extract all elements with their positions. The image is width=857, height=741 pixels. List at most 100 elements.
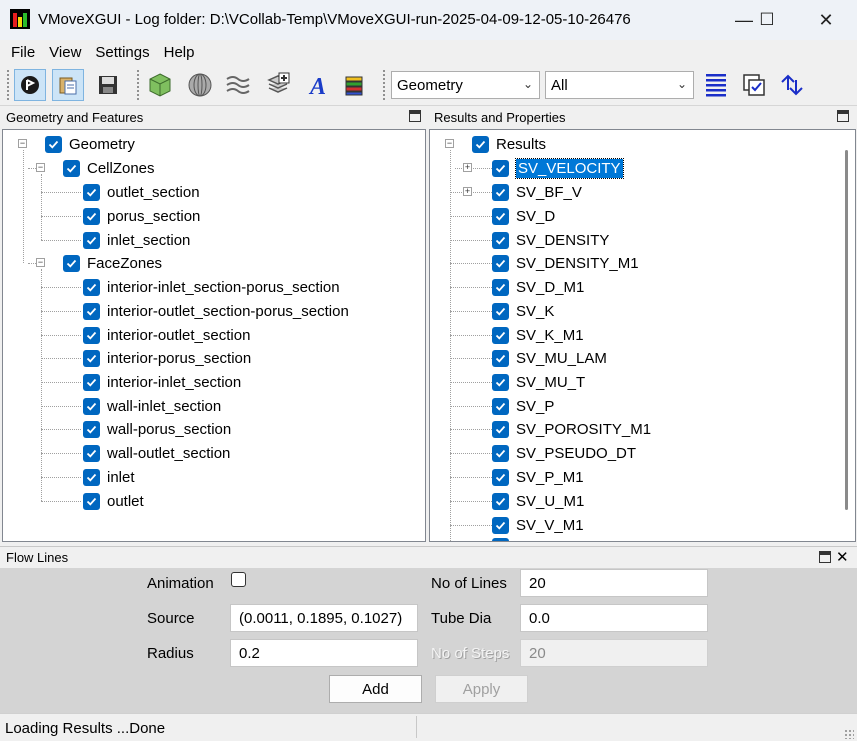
tree-item-sv-velocity[interactable]: SV_VELOCITY bbox=[492, 157, 624, 179]
tree-item[interactable]: SV_P bbox=[492, 395, 554, 417]
menu-file[interactable]: File bbox=[4, 44, 42, 61]
checkbox-checked-icon[interactable] bbox=[492, 373, 509, 391]
checkbox-checked-icon[interactable] bbox=[492, 278, 509, 296]
checkbox-checked-icon[interactable] bbox=[492, 159, 509, 177]
text-annotation-button[interactable]: A bbox=[302, 69, 334, 101]
collapse-icon[interactable]: − bbox=[36, 163, 45, 172]
tree-item[interactable]: outlet_section bbox=[83, 181, 200, 203]
checkbox-checked-icon[interactable] bbox=[83, 183, 100, 201]
checkbox-checked-icon[interactable] bbox=[45, 135, 62, 153]
tree-item[interactable]: wall-outlet_section bbox=[83, 442, 230, 464]
checkbox-checked-icon[interactable] bbox=[492, 231, 509, 249]
checkbox-checked-icon[interactable] bbox=[83, 302, 100, 320]
menu-help[interactable]: Help bbox=[157, 44, 202, 61]
collapse-icon[interactable]: − bbox=[36, 258, 45, 267]
checkbox-checked-icon[interactable] bbox=[83, 207, 100, 225]
close-icon[interactable]: ✕ bbox=[836, 548, 849, 566]
lines-input[interactable]: 20 bbox=[520, 569, 708, 597]
animation-checkbox[interactable] bbox=[231, 572, 246, 587]
copy-button[interactable] bbox=[52, 69, 84, 101]
checkbox-checked-icon[interactable] bbox=[83, 397, 100, 415]
tree-item[interactable]: outlet bbox=[83, 490, 144, 512]
surface-button[interactable] bbox=[184, 69, 216, 101]
tree-item-facezones[interactable]: FaceZones bbox=[63, 252, 162, 274]
expand-icon[interactable]: + bbox=[463, 163, 472, 172]
tree-item[interactable]: SV_U_M1 bbox=[492, 490, 584, 512]
source-input[interactable]: (0.0011, 0.1895, 0.1027) bbox=[230, 604, 418, 632]
tree-item[interactable]: SV_POROSITY_M1 bbox=[492, 418, 651, 440]
toolbar-grip[interactable] bbox=[382, 69, 386, 101]
maximize-button[interactable]: ☐ bbox=[744, 0, 790, 40]
swap-button[interactable] bbox=[776, 69, 808, 101]
tree-item[interactable]: interior-inlet_section bbox=[83, 371, 241, 393]
checkbox-checked-icon[interactable] bbox=[492, 326, 509, 344]
open-button[interactable] bbox=[14, 69, 46, 101]
tree-item[interactable]: porus_section bbox=[83, 205, 200, 227]
checkbox-checked-icon[interactable] bbox=[492, 468, 509, 486]
tree-item[interactable]: SV_PSEUDO_DT bbox=[492, 442, 636, 464]
checkbox-checked-icon[interactable] bbox=[83, 231, 100, 249]
checkbox-checked-icon[interactable] bbox=[63, 159, 80, 177]
checkbox-checked-icon[interactable] bbox=[492, 207, 509, 225]
tree-item[interactable]: SV_D_M1 bbox=[492, 276, 584, 298]
add-button[interactable]: Add bbox=[329, 675, 422, 703]
tree-item-results[interactable]: Results bbox=[472, 133, 546, 155]
layers-button[interactable] bbox=[338, 69, 370, 101]
tree-item[interactable]: SV_P_M1 bbox=[492, 466, 584, 488]
collapse-icon[interactable]: − bbox=[445, 139, 454, 148]
checkbox-checked-icon[interactable] bbox=[492, 183, 509, 201]
save-button[interactable] bbox=[92, 69, 124, 101]
tree-item[interactable]: interior-inlet_section-porus_section bbox=[83, 276, 340, 298]
toolbar-grip[interactable] bbox=[6, 69, 10, 101]
tree-item[interactable]: SV_BF_V bbox=[492, 181, 582, 203]
checkbox-checked-icon[interactable] bbox=[83, 492, 100, 510]
float-panel-icon[interactable] bbox=[819, 551, 831, 563]
checkbox-checked-icon[interactable] bbox=[472, 135, 489, 153]
results-scrollbar[interactable] bbox=[838, 130, 855, 541]
checkbox-checked-icon[interactable] bbox=[83, 373, 100, 391]
tree-item-geometry[interactable]: Geometry bbox=[45, 133, 135, 155]
tree-item-cellzones[interactable]: CellZones bbox=[63, 157, 155, 179]
flowlines-button[interactable] bbox=[222, 69, 254, 101]
tree-item[interactable]: SV_DENSITY bbox=[492, 229, 609, 251]
tree-item[interactable]: SV_K bbox=[492, 300, 554, 322]
checkbox-checked-icon[interactable] bbox=[83, 444, 100, 462]
tree-item[interactable]: SV_K_M1 bbox=[492, 324, 584, 346]
checkbox-checked-icon[interactable] bbox=[492, 397, 509, 415]
tree-item[interactable]: wall-inlet_section bbox=[83, 395, 221, 417]
expand-icon[interactable]: + bbox=[463, 187, 472, 196]
close-button[interactable]: ✕ bbox=[803, 0, 849, 40]
tree-item[interactable]: interior-outlet_section bbox=[83, 324, 250, 346]
tree-item[interactable]: wall-porus_section bbox=[83, 418, 231, 440]
tree-item[interactable]: inlet_section bbox=[83, 229, 190, 251]
checkbox-checked-icon[interactable] bbox=[492, 254, 509, 272]
scrollbar-thumb[interactable] bbox=[845, 150, 848, 510]
radius-input[interactable]: 0.2 bbox=[230, 639, 418, 667]
tree-item[interactable]: SV_V_M1 bbox=[492, 514, 584, 536]
float-panel-icon[interactable] bbox=[409, 110, 421, 122]
toolbar-grip[interactable] bbox=[136, 69, 140, 101]
tree-item[interactable]: interior-porus_section bbox=[83, 347, 251, 369]
filter-combo[interactable]: All ⌄ bbox=[545, 71, 694, 99]
checkbox-checked-icon[interactable] bbox=[492, 516, 509, 534]
checkbox-checked-icon[interactable] bbox=[83, 468, 100, 486]
checkbox-checked-icon[interactable] bbox=[492, 444, 509, 462]
add-layer-button[interactable] bbox=[262, 69, 294, 101]
float-panel-icon[interactable] bbox=[837, 110, 849, 122]
menu-settings[interactable]: Settings bbox=[88, 44, 156, 61]
tree-item[interactable]: SV_MU_T bbox=[492, 371, 585, 393]
tree-item[interactable]: inlet bbox=[83, 466, 135, 488]
tree-item[interactable]: interior-outlet_section-porus_section bbox=[83, 300, 349, 322]
tree-item[interactable]: SV_D bbox=[492, 205, 555, 227]
checkbox-checked-icon[interactable] bbox=[83, 326, 100, 344]
checkbox-checked-icon[interactable] bbox=[492, 349, 509, 367]
tree-item[interactable]: SV_DENSITY_M1 bbox=[492, 252, 639, 274]
list-view-button[interactable] bbox=[700, 69, 732, 101]
geometry-button[interactable] bbox=[144, 69, 176, 101]
collapse-icon[interactable]: − bbox=[18, 139, 27, 148]
checkbox-checked-icon[interactable] bbox=[83, 349, 100, 367]
menu-view[interactable]: View bbox=[42, 44, 88, 61]
view-combo[interactable]: Geometry ⌄ bbox=[391, 71, 540, 99]
checkbox-checked-icon[interactable] bbox=[83, 278, 100, 296]
resize-grip-icon[interactable] bbox=[844, 729, 854, 739]
